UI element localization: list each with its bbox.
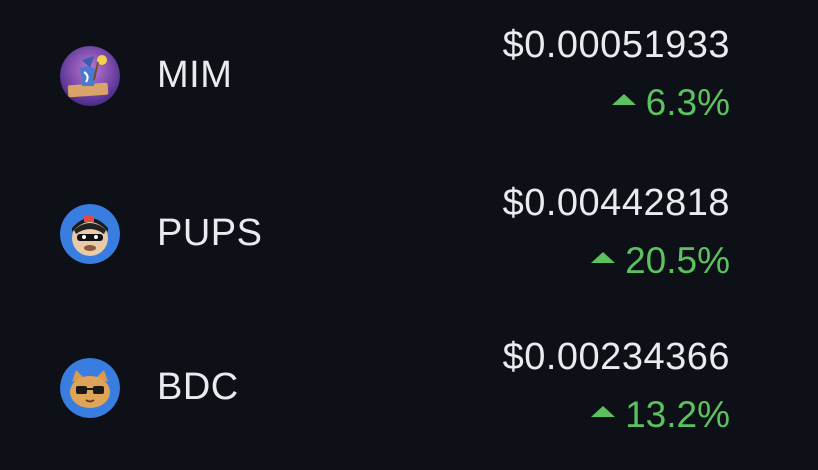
price-change-value: 13.2% xyxy=(625,394,730,435)
arrow-up-icon xyxy=(591,405,616,417)
bdc-cat-avatar-icon xyxy=(60,358,120,418)
pups-monkey-avatar-icon xyxy=(60,204,120,264)
price-change-value: 20.5% xyxy=(625,240,730,281)
token-price: $0.00051933 xyxy=(502,24,730,66)
token-row-bdc[interactable]: BDC $0.00234366 13.2% xyxy=(0,322,818,462)
arrow-up-icon xyxy=(591,251,616,263)
token-price: $0.00442818 xyxy=(502,182,730,224)
token-row-pups[interactable]: PUPS $0.00442818 20.5% xyxy=(0,168,818,308)
token-row-mim[interactable]: MIM $0.00051933 6.3% xyxy=(0,10,818,150)
price-change: 6.3% xyxy=(611,82,730,124)
price-change: 13.2% xyxy=(591,394,730,436)
mim-wizard-avatar-icon xyxy=(60,46,120,106)
arrow-up-icon xyxy=(611,93,636,105)
token-symbol: PUPS xyxy=(157,212,263,254)
token-price: $0.00234366 xyxy=(502,336,730,378)
token-symbol: BDC xyxy=(157,366,239,408)
token-symbol: MIM xyxy=(157,54,233,96)
price-change: 20.5% xyxy=(591,240,730,282)
price-change-value: 6.3% xyxy=(645,82,730,123)
